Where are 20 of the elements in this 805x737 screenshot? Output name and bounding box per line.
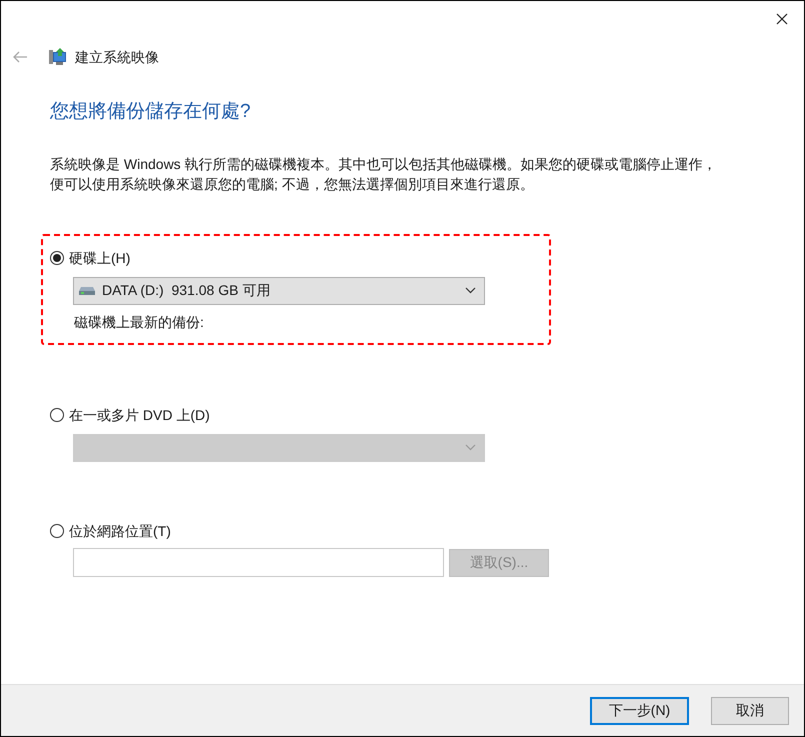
radio-button[interactable] (50, 408, 64, 422)
computer-icon (48, 47, 68, 67)
radio-option[interactable]: 硬碟上(H) (50, 248, 549, 268)
radio-button[interactable] (50, 524, 64, 538)
cancel-button[interactable]: 取消 (711, 696, 789, 724)
chevron-down-icon (465, 444, 476, 451)
radio-option[interactable]: 位於網路位置(T) (50, 520, 549, 542)
radio-option[interactable]: 在一或多片 DVD 上(D) (50, 404, 549, 426)
back-arrow-icon (12, 51, 28, 63)
window-title: 建立系統映像 (75, 48, 159, 66)
drive-icon (78, 286, 96, 296)
next-button[interactable]: 下一步(N) (590, 696, 689, 724)
close-icon (776, 13, 788, 25)
path-input-field[interactable] (73, 548, 444, 576)
latest-backup-label: 磁碟機上最新的備份: (74, 312, 205, 332)
description-text: 系統映像是 Windows 執行所需的磁碟機複本。其中也可以包括其他磁碟機。如果您的硬碟或電腦停止運作，便可以使用系統映像來還原您的電腦; 不過，您無法選擇個別項目來進行還原。 (50, 154, 718, 194)
radio-button[interactable] (50, 251, 64, 265)
chevron-down-icon (465, 287, 476, 294)
page-heading: 您想將備份儲存在何處? (50, 100, 252, 124)
drive-dropdown[interactable]: DATA (D:) 931.08 GB 可用 (73, 276, 485, 304)
